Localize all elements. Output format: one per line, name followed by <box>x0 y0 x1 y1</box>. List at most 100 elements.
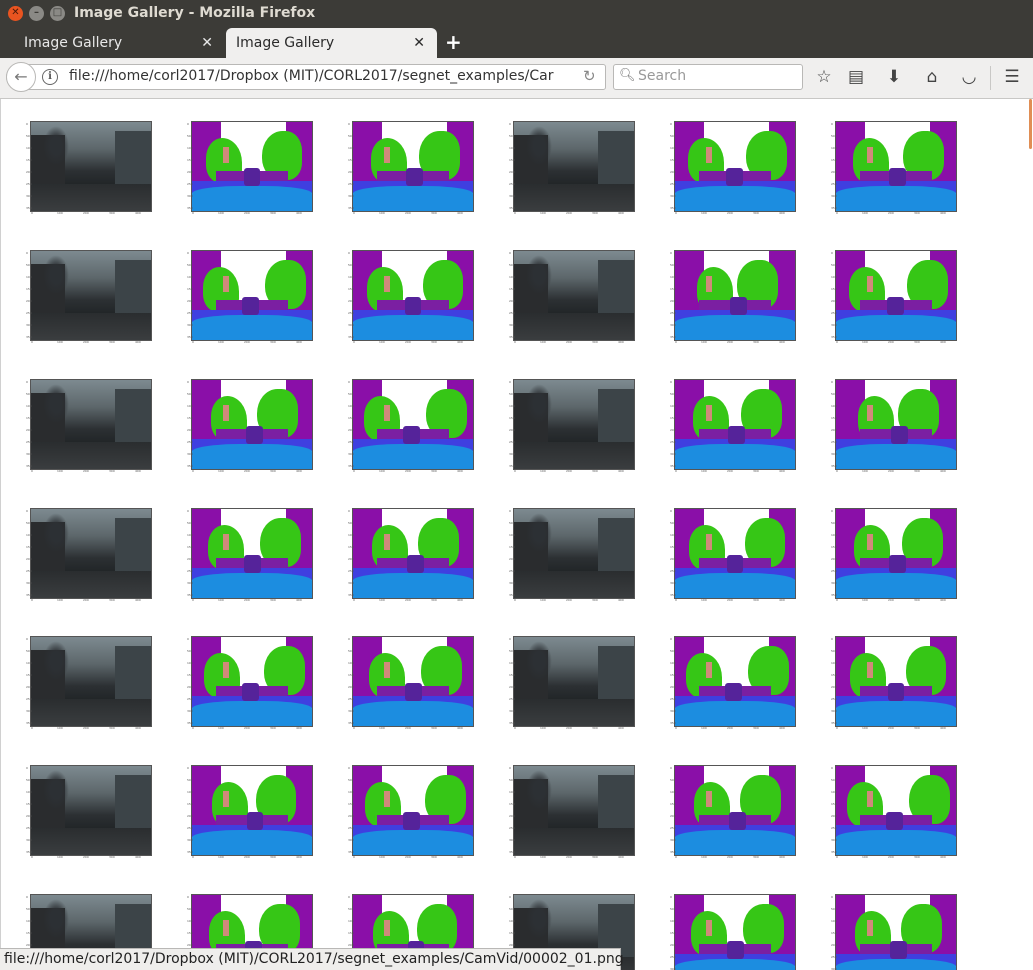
gallery-image[interactable]: 0501001502002503003500100200300400 <box>831 634 958 730</box>
url-text[interactable]: file:///home/corl2017/Dropbox (MIT)/CORL… <box>69 68 579 84</box>
gallery-image[interactable]: 0501001502002503003500100200300400 <box>509 377 636 473</box>
x-tick-label: 100 <box>57 469 63 473</box>
x-tick-label: 300 <box>592 726 598 730</box>
y-tick-label: 150 <box>670 802 676 806</box>
window-maximize-button[interactable]: □ <box>50 6 65 21</box>
y-tick-label: 250 <box>348 569 354 573</box>
x-tick-label: 100 <box>540 340 546 344</box>
gallery-image[interactable]: 0501001502002503003500100200300400 <box>26 248 153 344</box>
gallery-image[interactable]: 0501001502002503003500100200300400 <box>26 506 153 602</box>
x-tick-label: 400 <box>457 469 463 473</box>
y-tick-label: 200 <box>26 685 32 689</box>
y-tick-label: 300 <box>831 581 837 585</box>
gallery-image[interactable]: 0501001502002503003500100200300400 <box>509 506 636 602</box>
y-tick-label: 300 <box>509 581 515 585</box>
y-tick-label: 200 <box>26 557 32 561</box>
y-tick-label: 150 <box>187 931 193 935</box>
x-tick-label: 400 <box>940 340 946 344</box>
gallery-image[interactable]: 0501001502002503003500100200300400 <box>831 119 958 215</box>
tab-image-gallery-2[interactable]: Image Gallery ✕ <box>226 28 437 58</box>
tab-close-icon[interactable]: ✕ <box>201 35 213 51</box>
y-tick-label: 250 <box>509 697 515 701</box>
tab-close-icon[interactable]: ✕ <box>413 35 425 51</box>
gallery-image[interactable]: 0501001502002503003500100200300400 <box>348 763 475 859</box>
x-tick-label: 300 <box>753 598 759 602</box>
x-tick-label: 100 <box>540 598 546 602</box>
y-tick-label: 100 <box>348 146 354 150</box>
gallery-image[interactable]: 0501001502002503003500100200300400 <box>831 763 958 859</box>
gallery-image[interactable]: 0501001502002503003500100200300400 <box>670 763 797 859</box>
download-icon[interactable]: ⬇ <box>883 67 905 87</box>
y-tick-label: 50 <box>509 907 513 911</box>
back-arrow-icon[interactable]: ← <box>6 62 36 92</box>
y-tick-label: 300 <box>348 194 354 198</box>
x-tick-label: 300 <box>753 211 759 215</box>
y-tick-label: 250 <box>348 826 354 830</box>
y-tick-label: 0 <box>670 509 672 513</box>
gallery-image[interactable]: 0501001502002503003500100200300400 <box>509 634 636 730</box>
gallery-image[interactable]: 0501001502002503003500100200300400 <box>670 634 797 730</box>
gallery-image[interactable]: 0501001502002503003500100200300400 <box>670 377 797 473</box>
y-tick-label: 100 <box>831 790 837 794</box>
x-tick-label: 200 <box>83 726 89 730</box>
y-tick-label: 300 <box>348 581 354 585</box>
y-tick-label: 250 <box>348 311 354 315</box>
gallery-image[interactable]: 0501001502002503003500100200300400 <box>831 377 958 473</box>
info-icon[interactable]: i <box>42 69 58 85</box>
scrollbar[interactable] <box>1027 99 1033 970</box>
gallery-image[interactable]: 0501001502002503003500100200300400 <box>670 892 797 970</box>
gallery-image[interactable]: 0501001502002503003500100200300400 <box>187 119 314 215</box>
gallery-image[interactable]: 0501001502002503003500100200300400 <box>670 248 797 344</box>
new-tab-button[interactable]: + <box>445 30 462 54</box>
gallery-image[interactable]: 0501001502002503003500100200300400 <box>831 506 958 602</box>
y-tick-label: 50 <box>187 649 191 653</box>
street-photo <box>513 250 635 341</box>
y-tick-label: 250 <box>670 697 676 701</box>
scrollbar-thumb[interactable] <box>1029 99 1032 149</box>
gallery-image[interactable]: 0501001502002503003500100200300400 <box>670 119 797 215</box>
y-tick-label: 150 <box>670 158 676 162</box>
search-input[interactable]: 🔍︎ Search <box>613 64 803 90</box>
y-tick-label: 350 <box>831 206 837 210</box>
home-icon[interactable]: ⌂ <box>921 67 943 87</box>
gallery-image[interactable]: 0501001502002503003500100200300400 <box>26 119 153 215</box>
gallery-image[interactable]: 0501001502002503003500100200300400 <box>509 248 636 344</box>
window-minimize-button[interactable]: – <box>29 6 44 21</box>
y-tick-label: 250 <box>187 697 193 701</box>
y-tick-label: 200 <box>509 428 515 432</box>
gallery-image[interactable]: 0501001502002503003500100200300400 <box>348 634 475 730</box>
y-tick-label: 150 <box>670 545 676 549</box>
y-tick-label: 0 <box>670 895 672 899</box>
gallery-image[interactable]: 0501001502002503003500100200300400 <box>187 634 314 730</box>
gallery-image[interactable]: 0501001502002503003500100200300400 <box>831 248 958 344</box>
gallery-image[interactable]: 0501001502002503003500100200300400 <box>670 506 797 602</box>
y-tick-label: 350 <box>670 721 676 725</box>
reload-icon[interactable]: ↻ <box>583 67 596 85</box>
gallery-image[interactable]: 0501001502002503003500100200300400 <box>26 377 153 473</box>
star-icon[interactable]: ☆ <box>813 67 835 87</box>
window-close-button[interactable]: ✕ <box>8 6 23 21</box>
gallery-image[interactable]: 0501001502002503003500100200300400 <box>187 763 314 859</box>
gallery-image[interactable]: 0501001502002503003500100200300400 <box>348 377 475 473</box>
gallery-image[interactable]: 0501001502002503003500100200300400 <box>509 763 636 859</box>
gallery-image[interactable]: 0501001502002503003500100200300400 <box>348 506 475 602</box>
y-tick-label: 300 <box>26 838 32 842</box>
x-tick-label: 400 <box>296 855 302 859</box>
pocket-icon[interactable]: ◡ <box>958 67 980 87</box>
y-tick-label: 300 <box>26 323 32 327</box>
gallery-image[interactable]: 0501001502002503003500100200300400 <box>26 634 153 730</box>
gallery-image[interactable]: 0501001502002503003500100200300400 <box>348 119 475 215</box>
menu-icon[interactable]: ☰ <box>1001 67 1023 87</box>
gallery-image[interactable]: 0501001502002503003500100200300400 <box>26 763 153 859</box>
gallery-image[interactable]: 0501001502002503003500100200300400 <box>831 892 958 970</box>
gallery-image[interactable]: 0501001502002503003500100200300400 <box>187 248 314 344</box>
reading-list-icon[interactable]: ▤ <box>845 67 867 87</box>
y-tick-label: 350 <box>348 850 354 854</box>
tab-image-gallery-1[interactable]: Image Gallery ✕ <box>0 28 225 58</box>
url-bar[interactable]: ← i file:///home/corl2017/Dropbox (MIT)/… <box>6 62 606 92</box>
gallery-image[interactable]: 0501001502002503003500100200300400 <box>509 119 636 215</box>
gallery-image[interactable]: 0501001502002503003500100200300400 <box>187 377 314 473</box>
gallery-image[interactable]: 0501001502002503003500100200300400 <box>187 506 314 602</box>
y-tick-label: 250 <box>831 955 837 959</box>
gallery-image[interactable]: 0501001502002503003500100200300400 <box>348 248 475 344</box>
